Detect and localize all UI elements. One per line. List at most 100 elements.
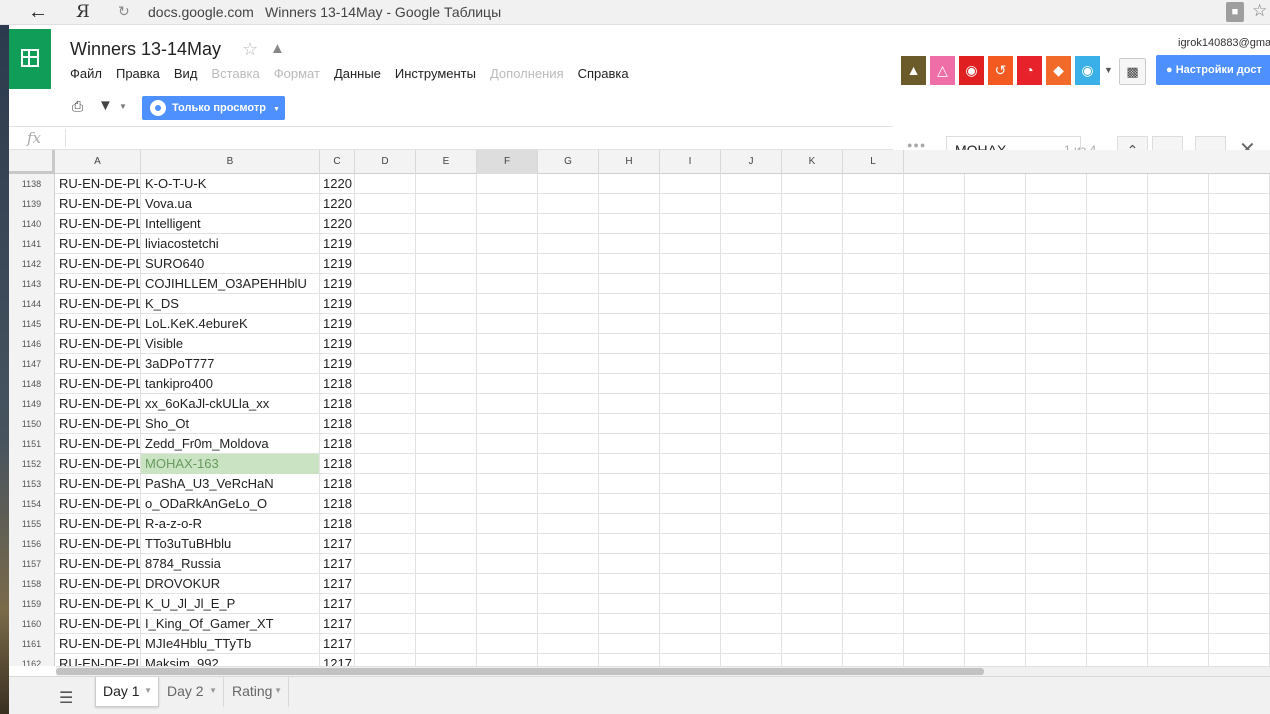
column-header-a[interactable]: A — [55, 150, 141, 174]
cell-h[interactable] — [599, 614, 660, 634]
cell-extra-4[interactable] — [1148, 634, 1209, 654]
document-title[interactable]: Winners 13-14May — [70, 39, 221, 60]
cell-i[interactable] — [660, 534, 721, 554]
cell-extra-2[interactable] — [1026, 294, 1087, 314]
cell-h[interactable] — [599, 514, 660, 534]
menu-item-8[interactable]: Справка — [578, 66, 629, 82]
cell-a[interactable]: RU-EN-DE-PL — [55, 374, 141, 394]
cell-l[interactable] — [843, 374, 904, 394]
cell-a[interactable]: RU-EN-DE-PL — [55, 554, 141, 574]
cell-h[interactable] — [599, 554, 660, 574]
cell-i[interactable] — [660, 194, 721, 214]
cell-k[interactable] — [782, 214, 843, 234]
cell-extra-1[interactable] — [965, 614, 1026, 634]
cell-g[interactable] — [538, 254, 599, 274]
cell-l[interactable] — [843, 474, 904, 494]
cell-j[interactable] — [721, 454, 782, 474]
cell-i[interactable] — [660, 374, 721, 394]
cell-extra-2[interactable] — [1026, 554, 1087, 574]
cell-k[interactable] — [782, 354, 843, 374]
cell-d[interactable] — [355, 454, 416, 474]
cell-d[interactable] — [355, 634, 416, 654]
cell-e[interactable] — [416, 434, 477, 454]
cell-i[interactable] — [660, 614, 721, 634]
cell-f[interactable] — [477, 254, 538, 274]
cell-h[interactable] — [599, 174, 660, 194]
cell-a[interactable]: RU-EN-DE-PL — [55, 474, 141, 494]
column-header-c[interactable]: C — [320, 150, 355, 174]
cell-extra-5[interactable] — [1209, 254, 1270, 274]
cell-extra-1[interactable] — [965, 334, 1026, 354]
cell-l[interactable] — [843, 514, 904, 534]
cell-extra-0[interactable] — [904, 414, 965, 434]
cell-extra-3[interactable] — [1087, 414, 1148, 434]
cell-extra-0[interactable] — [904, 194, 965, 214]
cell-k[interactable] — [782, 374, 843, 394]
cell-extra-2[interactable] — [1026, 574, 1087, 594]
cell-g[interactable] — [538, 214, 599, 234]
cell-h[interactable] — [599, 214, 660, 234]
cell-extra-5[interactable] — [1209, 514, 1270, 534]
cell-g[interactable] — [538, 274, 599, 294]
cell-h[interactable] — [599, 414, 660, 434]
cell-b[interactable]: Maksim_992 — [141, 654, 320, 666]
cell-a[interactable]: RU-EN-DE-PL — [55, 394, 141, 414]
row-number[interactable]: 1139 — [9, 194, 55, 214]
cell-extra-1[interactable] — [965, 414, 1026, 434]
cell-k[interactable] — [782, 654, 843, 666]
cell-extra-1[interactable] — [965, 454, 1026, 474]
cell-l[interactable] — [843, 414, 904, 434]
cell-l[interactable] — [843, 254, 904, 274]
cell-h[interactable] — [599, 474, 660, 494]
cell-f[interactable] — [477, 594, 538, 614]
cell-a[interactable]: RU-EN-DE-PL — [55, 214, 141, 234]
cell-d[interactable] — [355, 174, 416, 194]
cell-e[interactable] — [416, 614, 477, 634]
cell-j[interactable] — [721, 434, 782, 454]
cell-j[interactable] — [721, 594, 782, 614]
cell-a[interactable]: RU-EN-DE-PL — [55, 594, 141, 614]
cell-b[interactable]: LoL.KeK.4ebureK — [141, 314, 320, 334]
cell-k[interactable] — [782, 474, 843, 494]
cell-l[interactable] — [843, 614, 904, 634]
cell-extra-4[interactable] — [1148, 514, 1209, 534]
cell-l[interactable] — [843, 354, 904, 374]
cell-e[interactable] — [416, 394, 477, 414]
cell-j[interactable] — [721, 354, 782, 374]
lock-icon[interactable]: ■ — [1226, 2, 1244, 22]
cell-extra-5[interactable] — [1209, 494, 1270, 514]
cell-f[interactable] — [477, 414, 538, 434]
address-host[interactable]: docs.google.com — [148, 4, 254, 20]
cell-e[interactable] — [416, 294, 477, 314]
row-number[interactable]: 1142 — [9, 254, 55, 274]
cell-extra-2[interactable] — [1026, 634, 1087, 654]
cell-k[interactable] — [782, 454, 843, 474]
cell-extra-0[interactable] — [904, 374, 965, 394]
duck-icon[interactable]: ◉ — [959, 56, 984, 85]
cell-g[interactable] — [538, 494, 599, 514]
cell-extra-1[interactable] — [965, 574, 1026, 594]
cell-h[interactable] — [599, 594, 660, 614]
cell-j[interactable] — [721, 534, 782, 554]
cell-extra-3[interactable] — [1087, 334, 1148, 354]
cell-c[interactable]: 1219 — [320, 334, 355, 354]
cell-a[interactable]: RU-EN-DE-PL — [55, 254, 141, 274]
row-number[interactable]: 1149 — [9, 394, 55, 414]
cell-d[interactable] — [355, 534, 416, 554]
cell-c[interactable]: 1218 — [320, 474, 355, 494]
cell-f[interactable] — [477, 494, 538, 514]
cell-e[interactable] — [416, 494, 477, 514]
cell-f[interactable] — [477, 654, 538, 666]
cell-extra-2[interactable] — [1026, 374, 1087, 394]
cell-extra-4[interactable] — [1148, 194, 1209, 214]
cell-extra-0[interactable] — [904, 354, 965, 374]
row-number[interactable]: 1150 — [9, 414, 55, 434]
cell-l[interactable] — [843, 534, 904, 554]
column-header-g[interactable]: G — [538, 150, 599, 174]
cell-extra-1[interactable] — [965, 194, 1026, 214]
cell-extra-4[interactable] — [1148, 254, 1209, 274]
cell-extra-5[interactable] — [1209, 474, 1270, 494]
cell-f[interactable] — [477, 614, 538, 634]
cell-extra-3[interactable] — [1087, 174, 1148, 194]
cell-extra-4[interactable] — [1148, 234, 1209, 254]
